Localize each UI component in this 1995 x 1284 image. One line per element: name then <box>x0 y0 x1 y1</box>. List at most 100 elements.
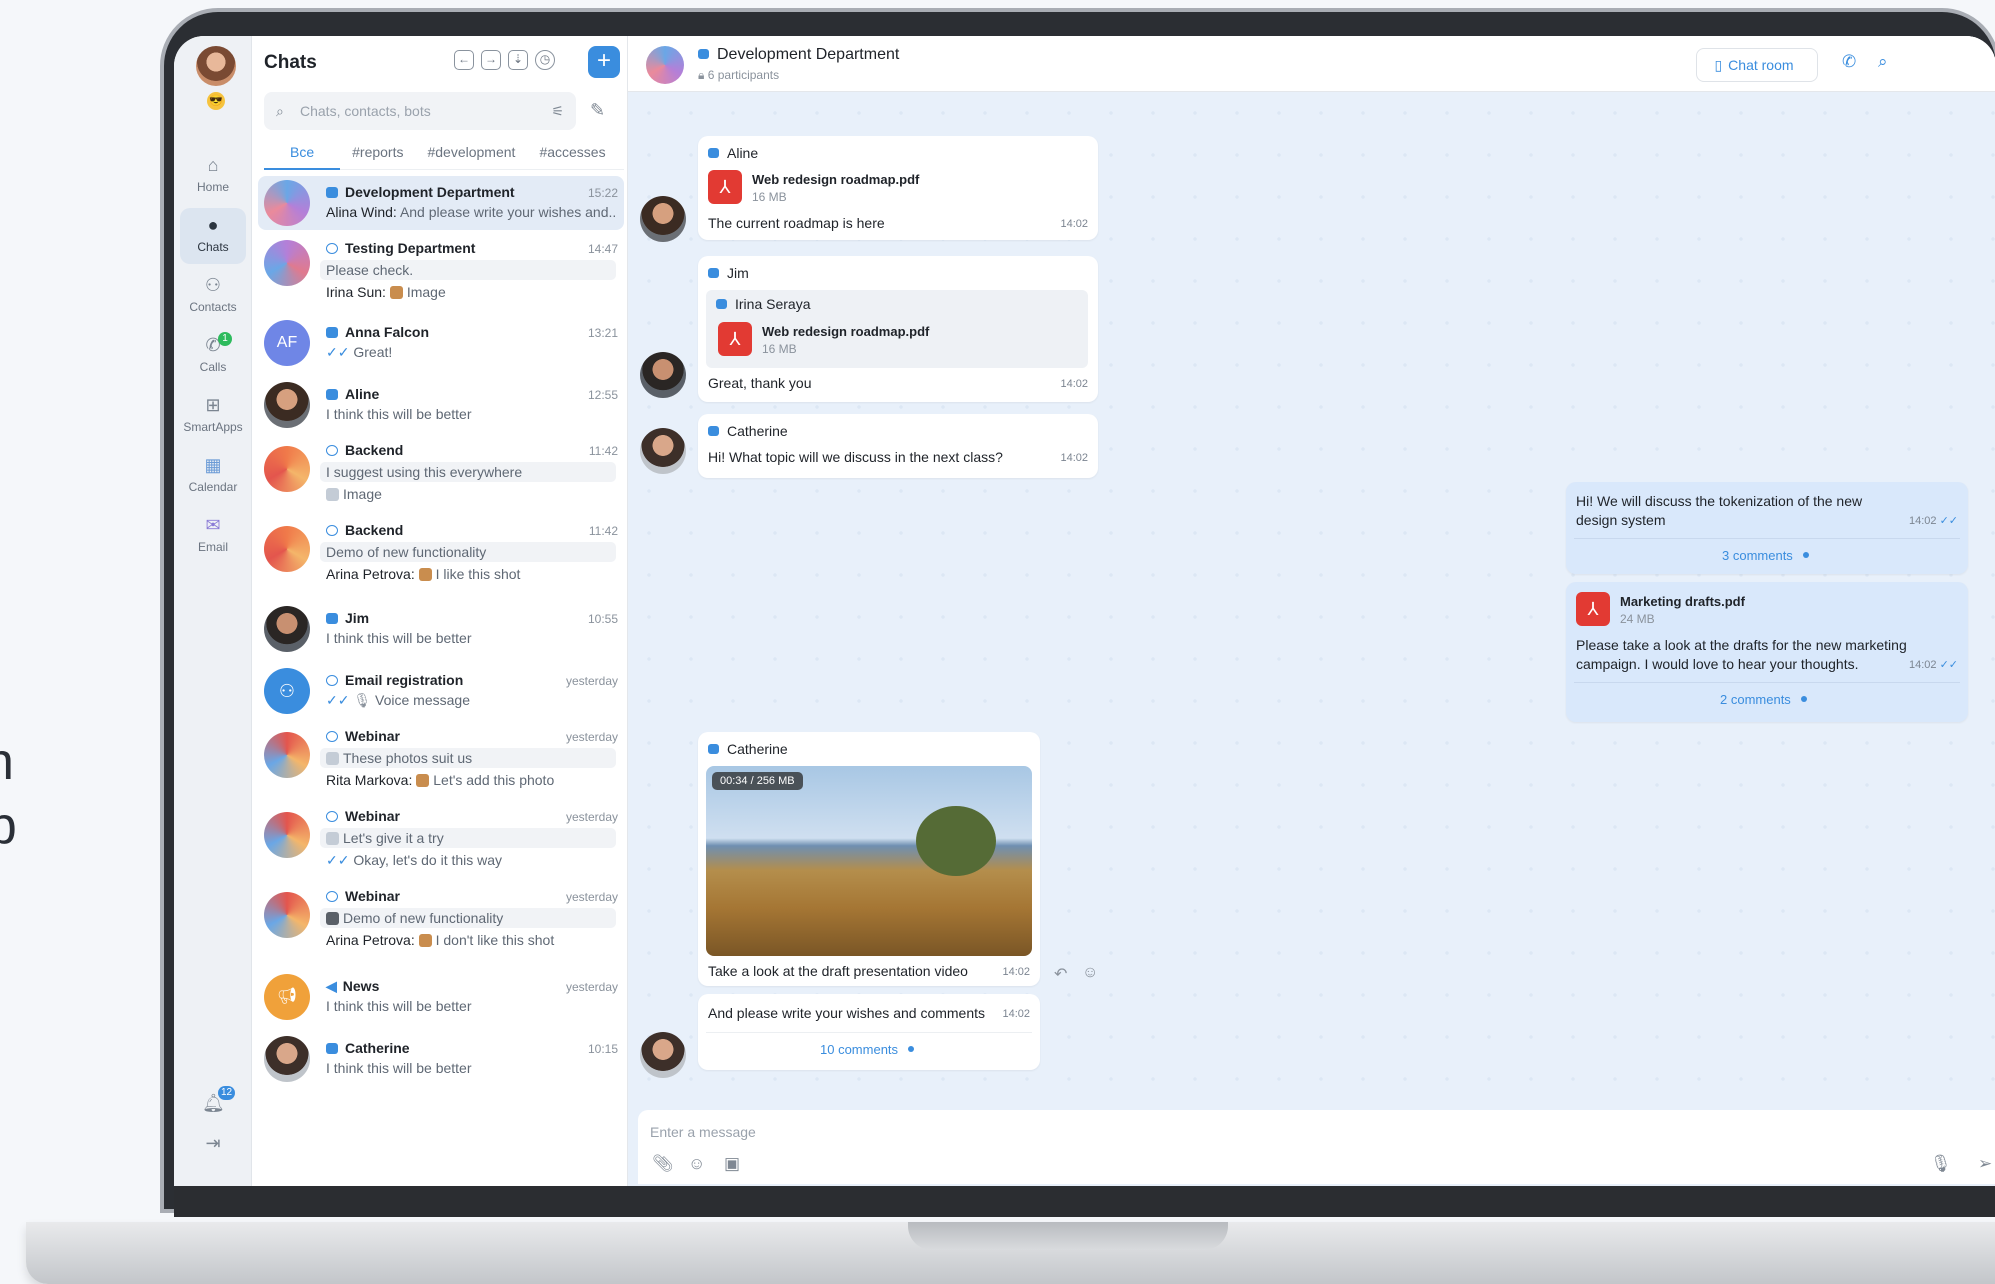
chat-preview: I suggest using this everywhere <box>320 462 616 482</box>
chat-avatar <box>264 180 310 226</box>
file-name[interactable]: Web redesign roadmap.pdf <box>752 172 919 187</box>
chat-time: 15:22 <box>587 186 618 200</box>
reply-icon[interactable]: ↶ <box>1054 964 1067 984</box>
sender-avatar[interactable] <box>640 352 686 398</box>
call-icon[interactable]: ✆ <box>1842 52 1856 72</box>
chat-item[interactable]: Testing Department 14:47 Please check. I… <box>258 236 624 306</box>
search-placeholder: Chats, contacts, bots <box>300 103 431 119</box>
chat-name: Backend <box>326 442 403 458</box>
chat-item[interactable]: ⚇ Email registration yesterday ✓✓ 🎙︎ Voi… <box>258 664 624 718</box>
chat-name: Development Department <box>326 184 515 200</box>
chat-item[interactable]: Webinar yesterday These photos suit us R… <box>258 724 624 794</box>
message-time: 14:02 ✓✓ <box>1908 659 1958 671</box>
nav-contacts[interactable]: ⚇ Contacts <box>180 268 246 324</box>
chat-item[interactable]: Webinar yesterday Let's give it a try ✓✓… <box>258 804 624 874</box>
nav-calls[interactable]: ✆ Calls 1 <box>180 328 246 384</box>
nav-home[interactable]: ⌂ Home <box>180 148 246 204</box>
chat-preview: ✓✓ 🎙︎ Voice message <box>326 692 470 708</box>
chat-time: 10:15 <box>587 1042 618 1056</box>
chat-name: Webinar <box>326 728 400 744</box>
comments-link[interactable]: 2 comments <box>1720 692 1807 707</box>
filter-icon[interactable]: ⚟ <box>551 92 564 130</box>
chat-item[interactable]: AF Anna Falcon 13:21 ✓✓ Great! <box>258 316 624 370</box>
chat-avatar <box>264 812 310 858</box>
forward-icon[interactable]: → <box>481 50 501 70</box>
emoji-icon[interactable]: ☺ <box>688 1154 705 1174</box>
chat-item[interactable]: Jim 10:55 I think this will be better <box>258 602 624 656</box>
chat-item[interactable]: Backend 11:42 I suggest using this every… <box>258 438 624 508</box>
back-icon[interactable]: ← <box>454 50 474 70</box>
chat-item[interactable]: 📢︎ ◀ News yesterday I think this will be … <box>258 970 624 1024</box>
notifications-button[interactable]: 🔔︎ 12 <box>180 1086 246 1120</box>
compose-icon[interactable]: ✎ <box>590 100 605 121</box>
chat-preview: ✓✓ Great! <box>326 344 393 360</box>
sticker-icon[interactable]: ▣ <box>724 1154 740 1174</box>
mood-emoji-icon[interactable]: 😎 <box>207 92 225 110</box>
sender-avatar[interactable] <box>640 196 686 242</box>
emoji-reaction-icon[interactable]: ☺ <box>1082 964 1098 982</box>
message-bubble[interactable]: And please write your wishes and comment… <box>698 994 1040 1070</box>
chat-item[interactable]: Development Department 15:22 Alina Wind:… <box>258 176 624 230</box>
nav-chats[interactable]: ● Chats <box>180 208 246 264</box>
hero-line: vn <box>0 730 16 794</box>
user-avatar[interactable] <box>196 46 236 86</box>
file-name[interactable]: Web redesign roadmap.pdf <box>762 324 929 339</box>
chat-item[interactable]: Catherine 10:15 I think this will be bet… <box>258 1032 624 1086</box>
message-bubble[interactable]: Aline ⅄ Web redesign roadmap.pdf 16 MB T… <box>698 136 1098 240</box>
nav-smartapps[interactable]: ⊞ SmartApps <box>180 388 246 444</box>
conversation-title[interactable]: Development Department <box>698 46 899 64</box>
message-bubble[interactable]: Catherine 00:34 / 256 MB Take a look at … <box>698 732 1040 986</box>
chat-preview: Irina Sun: Image <box>326 284 446 300</box>
outgoing-message[interactable]: Hi! We will discuss the tokenization of … <box>1566 482 1968 574</box>
history-icon[interactable]: ◷ <box>535 50 555 70</box>
search-input[interactable]: ⌕ Chats, contacts, bots ⚟ <box>264 92 576 130</box>
conversation-avatar[interactable] <box>646 46 684 84</box>
nav-email[interactable]: ✉ Email <box>180 508 246 564</box>
tab-reports[interactable]: #reports <box>340 138 415 170</box>
tab-all[interactable]: Все <box>264 138 341 170</box>
send-icon[interactable]: ➢ <box>1978 1154 1992 1174</box>
microphone-icon[interactable]: 🎙︎ <box>1930 1154 1952 1174</box>
search-icon[interactable]: ⌕ <box>1878 52 1888 72</box>
sort-icon[interactable]: ⇣ <box>508 50 528 70</box>
outgoing-message[interactable]: ⅄ Marketing drafts.pdf 24 MB Please take… <box>1566 582 1968 722</box>
message-bubble[interactable]: Catherine Hi! What topic will we discuss… <box>698 414 1098 478</box>
message-text: Please take a look at the drafts for the… <box>1576 637 1907 672</box>
new-chat-button[interactable]: + <box>588 46 620 78</box>
comments-link[interactable]: 10 comments <box>820 1042 915 1057</box>
chat-preview: Image <box>326 486 616 502</box>
file-size: 16 MB <box>752 190 787 204</box>
chat-time: yesterday <box>565 730 618 744</box>
room-icon: ▯ <box>1714 57 1723 73</box>
chat-preview: Rita Markova: Let's add this photo <box>326 772 555 788</box>
chat-name: Anna Falcon <box>326 324 429 340</box>
calendar-icon: ▦ <box>204 455 222 475</box>
nav-calendar[interactable]: ▦ Calendar <box>180 448 246 504</box>
sender-avatar[interactable] <box>640 1032 686 1078</box>
message-bubble[interactable]: Jim Irina Seraya ⅄ Web redesign roadmap.… <box>698 256 1098 402</box>
file-name[interactable]: Marketing drafts.pdf <box>1620 594 1745 609</box>
attach-icon[interactable]: 📎︎ <box>652 1154 674 1174</box>
chat-item[interactable]: Backend 11:42 Demo of new functionality … <box>258 518 624 588</box>
pdf-file-icon[interactable]: ⅄ <box>708 170 742 204</box>
conversation-header: Development Department 🔒︎ 6 participants… <box>628 36 1995 92</box>
pdf-file-icon[interactable]: ⅄ <box>1576 592 1610 626</box>
tab-accesses[interactable]: #accesses <box>527 138 617 170</box>
comments-link[interactable]: 3 comments <box>1722 548 1809 563</box>
chat-time: 11:42 <box>588 524 618 538</box>
notifications-badge: 12 <box>218 1086 236 1100</box>
pdf-file-icon[interactable]: ⅄ <box>718 322 752 356</box>
participants-count[interactable]: 🔒︎ 6 participants <box>698 68 779 83</box>
chat-room-button[interactable]: ▯ Chat room <box>1696 48 1818 82</box>
chat-preview: I think this will be better <box>326 630 472 646</box>
chat-item[interactable]: Aline 12:55 I think this will be better <box>258 378 624 432</box>
sender-avatar[interactable] <box>640 428 686 474</box>
video-thumbnail[interactable]: 00:34 / 256 MB <box>706 766 1032 956</box>
message-input[interactable]: Enter a message <box>650 1124 756 1140</box>
tab-development[interactable]: #development <box>415 138 527 170</box>
chat-item[interactable]: Webinar yesterday Demo of new functional… <box>258 884 624 954</box>
logout-button[interactable]: ⇥ <box>180 1126 246 1160</box>
chat-avatar <box>264 892 310 938</box>
forwarded-message[interactable]: Irina Seraya ⅄ Web redesign roadmap.pdf … <box>706 290 1088 368</box>
message-text: The current roadmap is here <box>708 215 885 231</box>
